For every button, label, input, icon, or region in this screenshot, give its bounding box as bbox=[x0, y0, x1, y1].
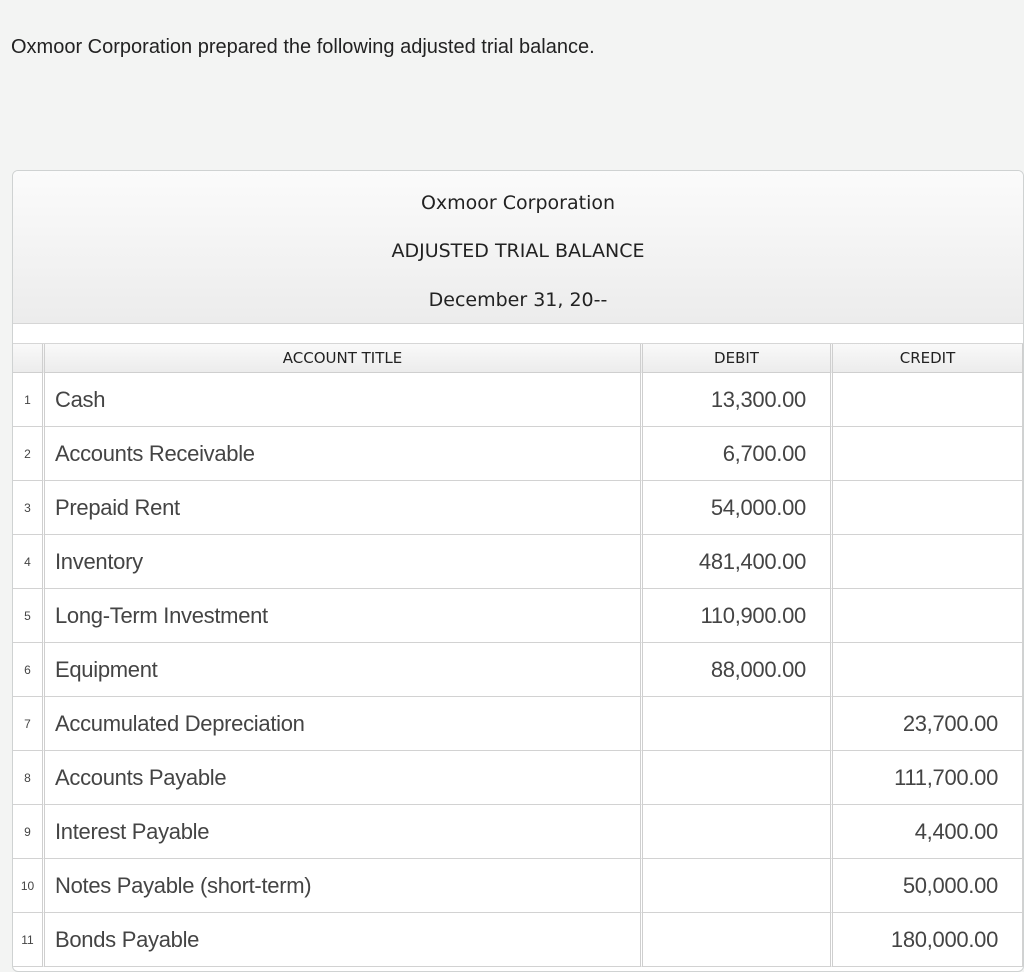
account-title-cell[interactable]: Accumulated Depreciation bbox=[45, 697, 643, 751]
debit-cell[interactable]: 481,400.00 bbox=[643, 535, 833, 589]
account-title-cell[interactable]: Interest Payable bbox=[45, 805, 643, 859]
heading-spacer bbox=[13, 324, 1023, 344]
row-number: 1 bbox=[13, 373, 45, 427]
debit-cell[interactable] bbox=[643, 859, 833, 913]
credit-cell[interactable] bbox=[833, 481, 1023, 535]
debit-header: DEBIT bbox=[643, 344, 833, 373]
debit-cell[interactable]: 13,300.00 bbox=[643, 373, 833, 427]
debit-cell[interactable] bbox=[643, 913, 833, 967]
account-title-cell[interactable]: Accounts Payable bbox=[45, 751, 643, 805]
table-row: 2 Accounts Receivable 6,700.00 bbox=[13, 427, 1023, 481]
table-row: 6 Equipment 88,000.00 bbox=[13, 643, 1023, 697]
account-title-cell[interactable]: Accounts Receivable bbox=[45, 427, 643, 481]
table-row: 8 Accounts Payable 111,700.00 bbox=[13, 751, 1023, 805]
table-row: 7 Accumulated Depreciation 23,700.00 bbox=[13, 697, 1023, 751]
row-number-header bbox=[13, 344, 45, 373]
row-number: 3 bbox=[13, 481, 45, 535]
row-number: 10 bbox=[13, 859, 45, 913]
debit-cell[interactable]: 88,000.00 bbox=[643, 643, 833, 697]
table-body: 1 Cash 13,300.00 2 Accounts Receivable 6,700.… bbox=[13, 373, 1023, 967]
table-row: 10 Notes Payable (short-term) 50,000.00 bbox=[13, 859, 1023, 913]
credit-cell[interactable] bbox=[833, 643, 1023, 697]
table-row: 4 Inventory 481,400.00 bbox=[13, 535, 1023, 589]
debit-cell[interactable]: 54,000.00 bbox=[643, 481, 833, 535]
account-title-header: ACCOUNT TITLE bbox=[45, 344, 643, 373]
debit-cell[interactable] bbox=[643, 751, 833, 805]
statement-title: ADJUSTED TRIAL BALANCE bbox=[391, 240, 645, 262]
table-row: 1 Cash 13,300.00 bbox=[13, 373, 1023, 427]
debit-cell[interactable] bbox=[643, 805, 833, 859]
debit-cell[interactable] bbox=[643, 697, 833, 751]
statement-date: December 31, 20-- bbox=[428, 289, 608, 311]
row-number: 11 bbox=[13, 913, 45, 967]
debit-cell[interactable]: 6,700.00 bbox=[643, 427, 833, 481]
credit-cell[interactable] bbox=[833, 427, 1023, 481]
credit-cell[interactable]: 50,000.00 bbox=[833, 859, 1023, 913]
credit-cell[interactable]: 4,400.00 bbox=[833, 805, 1023, 859]
credit-cell[interactable]: 111,700.00 bbox=[833, 751, 1023, 805]
trial-balance-table: ACCOUNT TITLE DEBIT CREDIT 1 Cash 13,300.0… bbox=[13, 344, 1023, 967]
credit-cell[interactable] bbox=[833, 373, 1023, 427]
account-title-cell[interactable]: Prepaid Rent bbox=[45, 481, 643, 535]
account-title-cell[interactable]: Inventory bbox=[45, 535, 643, 589]
account-title-cell[interactable]: Notes Payable (short-term) bbox=[45, 859, 643, 913]
credit-cell[interactable]: 180,000.00 bbox=[833, 913, 1023, 967]
intro-text: Oxmoor Corporation prepared the followin… bbox=[11, 36, 595, 58]
debit-cell[interactable]: 110,900.00 bbox=[643, 589, 833, 643]
row-number: 2 bbox=[13, 427, 45, 481]
account-title-cell[interactable]: Bonds Payable bbox=[45, 913, 643, 967]
statement-heading: Oxmoor Corporation ADJUSTED TRIAL BALANC… bbox=[13, 171, 1023, 324]
account-title-cell[interactable]: Cash bbox=[45, 373, 643, 427]
credit-cell[interactable]: 23,700.00 bbox=[833, 697, 1023, 751]
row-number: 5 bbox=[13, 589, 45, 643]
credit-header: CREDIT bbox=[833, 344, 1023, 373]
header-row: ACCOUNT TITLE DEBIT CREDIT bbox=[13, 344, 1023, 373]
company-name: Oxmoor Corporation bbox=[420, 192, 616, 214]
row-number: 9 bbox=[13, 805, 45, 859]
credit-cell[interactable] bbox=[833, 589, 1023, 643]
account-title-cell[interactable]: Long-Term Investment bbox=[45, 589, 643, 643]
trial-balance-panel: Oxmoor Corporation ADJUSTED TRIAL BALANC… bbox=[12, 170, 1024, 972]
table-row: 5 Long-Term Investment 110,900.00 bbox=[13, 589, 1023, 643]
row-number: 6 bbox=[13, 643, 45, 697]
row-number: 7 bbox=[13, 697, 45, 751]
table-row: 9 Interest Payable 4,400.00 bbox=[13, 805, 1023, 859]
table-row: 11 Bonds Payable 180,000.00 bbox=[13, 913, 1023, 967]
row-number: 8 bbox=[13, 751, 45, 805]
table-row: 3 Prepaid Rent 54,000.00 bbox=[13, 481, 1023, 535]
account-title-cell[interactable]: Equipment bbox=[45, 643, 643, 697]
row-number: 4 bbox=[13, 535, 45, 589]
credit-cell[interactable] bbox=[833, 535, 1023, 589]
